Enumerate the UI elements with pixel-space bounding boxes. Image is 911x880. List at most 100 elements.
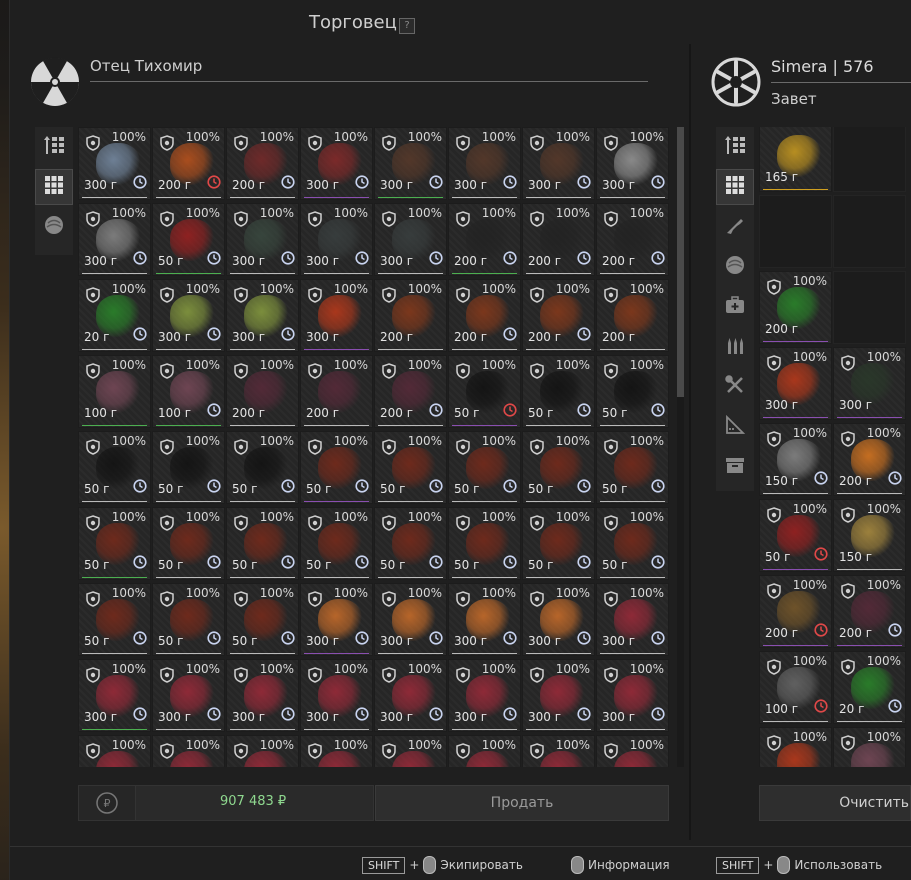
item-slot[interactable]: 100%300 г [759, 347, 832, 420]
item-slot[interactable]: 100%300 г [374, 659, 447, 732]
player-filter-grid-button[interactable] [716, 169, 754, 205]
item-slot[interactable]: 100%100 г [759, 651, 832, 724]
item-slot[interactable]: 100%300 г [522, 659, 595, 732]
item-slot[interactable]: 100% 50 г [596, 431, 669, 504]
item-slot[interactable]: 100%300 г [226, 203, 299, 276]
item-slot[interactable]: 100% 200 г [833, 423, 906, 496]
item-slot[interactable]: 100% 50 г [226, 583, 299, 656]
empty-slot[interactable] [759, 195, 832, 268]
item-slot[interactable]: 100% 50 г [78, 507, 151, 580]
item-slot[interactable]: 100% 50 г [448, 355, 521, 428]
item-slot[interactable]: 100% 200 г [522, 203, 595, 276]
item-slot[interactable]: 100% 200 г [226, 355, 299, 428]
item-slot[interactable]: 100%100 г [152, 355, 225, 428]
item-slot[interactable]: 100% 200 г [300, 355, 373, 428]
item-slot[interactable]: 100% 150 г [833, 499, 906, 572]
item-slot[interactable]: 100%300 г [300, 583, 373, 656]
item-slot[interactable]: 100% [448, 735, 521, 767]
item-slot[interactable]: 100% [78, 735, 151, 767]
item-slot[interactable]: 100% 50 г [596, 507, 669, 580]
item-slot[interactable]: 100%300 г [374, 127, 447, 200]
item-slot[interactable]: 100% 50 г [596, 355, 669, 428]
item-slot[interactable]: 100% 200 г [374, 355, 447, 428]
item-slot[interactable]: 100%300 г [226, 279, 299, 352]
player-filter-materials-button[interactable] [716, 409, 754, 445]
item-slot[interactable]: 100%300 г [78, 127, 151, 200]
empty-slot[interactable] [833, 271, 906, 344]
player-filter-storage-button[interactable] [716, 449, 754, 485]
item-slot[interactable]: 100% 200 г [759, 271, 832, 344]
item-slot[interactable]: 100%300 г [78, 203, 151, 276]
item-slot[interactable]: 100% 200 г [448, 279, 521, 352]
item-slot[interactable]: 100%300 г [596, 659, 669, 732]
item-slot[interactable]: 100% [522, 735, 595, 767]
item-slot[interactable]: 100% 50 г [374, 431, 447, 504]
item-slot[interactable]: 100%300 г [522, 583, 595, 656]
clear-button[interactable]: Очистить [759, 785, 911, 821]
empty-slot[interactable] [833, 127, 906, 192]
item-slot[interactable]: 100%300 г [300, 279, 373, 352]
item-slot[interactable]: 100%300 г [374, 583, 447, 656]
item-slot[interactable]: 100% 200 г [152, 127, 225, 200]
item-slot[interactable]: 100% 50 г [78, 431, 151, 504]
player-filter-sort-button[interactable] [716, 129, 754, 165]
vendor-scrollbar[interactable] [677, 127, 684, 767]
item-slot[interactable]: 100%300 г [300, 127, 373, 200]
reset-button[interactable]: ₽ [78, 785, 136, 821]
item-slot[interactable]: 100% 200 г [522, 279, 595, 352]
item-slot[interactable]: 100% 50 г [522, 507, 595, 580]
item-slot[interactable]: 100% [596, 735, 669, 767]
item-slot[interactable]: 100% [226, 735, 299, 767]
item-slot[interactable]: 100% 200 г [374, 279, 447, 352]
item-slot[interactable]: 100%300 г [300, 203, 373, 276]
item-slot[interactable]: 100%100 г [833, 727, 906, 767]
item-slot[interactable]: 100% 50 г [759, 499, 832, 572]
item-slot[interactable]: 100% 200 г [448, 203, 521, 276]
item-slot[interactable]: 100% [300, 735, 373, 767]
item-slot[interactable]: 100%300 г [448, 659, 521, 732]
item-slot[interactable]: 100% 50 г [300, 507, 373, 580]
item-slot[interactable]: 100%300 г [522, 127, 595, 200]
sell-button[interactable]: Продать [375, 785, 669, 821]
item-slot[interactable]: 100%300 г [152, 659, 225, 732]
item-slot[interactable]: 100% 50 г [78, 583, 151, 656]
player-filter-medkit-button[interactable] [716, 289, 754, 325]
item-slot[interactable]: 100% 20 г [833, 651, 906, 724]
item-slot[interactable]: 100% 200 г [596, 279, 669, 352]
item-slot[interactable]: 100% 50 г [226, 431, 299, 504]
empty-slot[interactable] [833, 195, 906, 268]
item-slot[interactable]: 100%300 г [448, 127, 521, 200]
item-slot[interactable]: 100% 50 г [522, 355, 595, 428]
item-slot[interactable]: 100% [152, 735, 225, 767]
item-slot[interactable]: 100% 200 г [759, 575, 832, 648]
item-slot[interactable]: 100% 50 г [226, 507, 299, 580]
item-slot[interactable]: 100%300 г [596, 583, 669, 656]
item-slot[interactable]: 100% 200 г [596, 203, 669, 276]
player-filter-food-button[interactable] [716, 249, 754, 285]
player-filter-weapon-button[interactable] [716, 209, 754, 245]
item-slot[interactable]: 100%100 г [78, 355, 151, 428]
item-slot[interactable]: 100%300 г [759, 727, 832, 767]
player-filter-ammo-button[interactable] [716, 329, 754, 365]
item-slot[interactable]: 100% 50 г [152, 203, 225, 276]
item-slot[interactable]: 100% 50 г [300, 431, 373, 504]
vendor-filter-sort-button[interactable] [35, 129, 73, 165]
item-slot[interactable]: 100%300 г [226, 659, 299, 732]
item-slot[interactable]: 100% [374, 735, 447, 767]
item-slot[interactable]: 100%300 г [300, 659, 373, 732]
item-slot[interactable]: 100%300 г [448, 583, 521, 656]
item-slot[interactable]: 100% 150 г [759, 423, 832, 496]
item-slot[interactable]: 100%300 г [596, 127, 669, 200]
item-slot[interactable]: 100%300 г [78, 659, 151, 732]
item-slot[interactable]: 100%300 г [833, 347, 906, 420]
vendor-scrollbar-thumb[interactable] [677, 127, 684, 397]
item-slot[interactable]: 100% 50 г [374, 507, 447, 580]
item-slot[interactable]: 100%300 г [374, 203, 447, 276]
help-button[interactable]: ? [399, 18, 415, 34]
item-slot[interactable]: 100% 200 г [226, 127, 299, 200]
item-slot[interactable]: 100% 50 г [152, 431, 225, 504]
item-slot[interactable]: 165 г [759, 127, 832, 192]
vendor-filter-grid-button[interactable] [35, 169, 73, 205]
item-slot[interactable]: 100%300 г [152, 279, 225, 352]
item-slot[interactable]: 100% 20 г [78, 279, 151, 352]
